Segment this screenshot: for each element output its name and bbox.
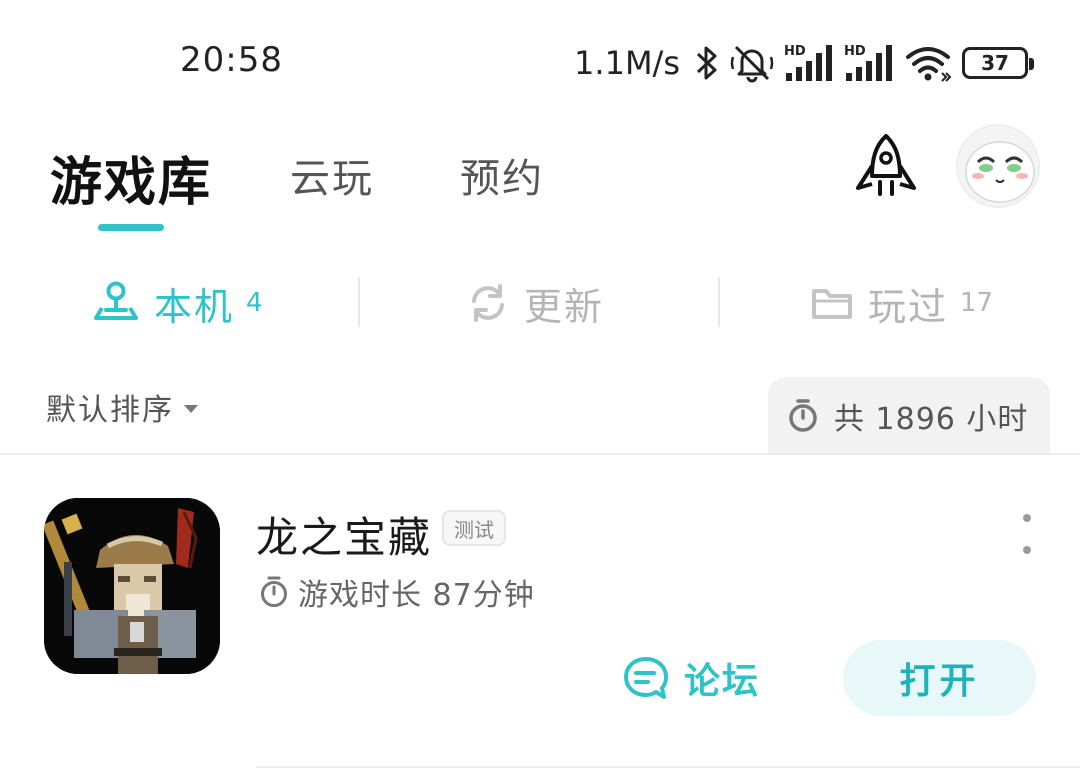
category-local-count: 4 bbox=[246, 288, 263, 318]
caret-down-icon bbox=[184, 405, 198, 413]
tab-cloud-play[interactable]: 云玩 bbox=[290, 146, 374, 204]
battery-indicator: 37 bbox=[962, 47, 1034, 79]
game-playtime: 游戏时长 87分钟 bbox=[258, 570, 535, 614]
open-button[interactable]: 打开 bbox=[843, 640, 1036, 716]
status-bar: 20:58 1.1M/s HD HD 37 bbox=[0, 0, 1080, 120]
avatar-face-icon bbox=[965, 141, 1035, 203]
top-tab-bar: 游戏库 云玩 预约 bbox=[0, 124, 1080, 240]
stopwatch-icon bbox=[789, 399, 817, 432]
status-time: 20:58 bbox=[180, 40, 283, 80]
mute-bell-icon bbox=[730, 45, 774, 83]
signal-1-label: HD bbox=[784, 44, 806, 59]
tab-game-library[interactable]: 游戏库 bbox=[50, 140, 212, 215]
signal-2-label: HD bbox=[844, 44, 866, 59]
category-local-label: 本机 bbox=[154, 284, 235, 329]
total-playtime-text: 共 1896 小时 bbox=[834, 402, 1029, 437]
category-tabs: 本机 4 更新 玩过 17 bbox=[0, 270, 1080, 336]
sort-label: 默认排序 bbox=[46, 393, 174, 428]
category-update[interactable]: 更新 bbox=[466, 270, 604, 336]
category-update-label: 更新 bbox=[524, 284, 605, 329]
game-title: 龙之宝藏 bbox=[256, 513, 433, 562]
rocket-icon[interactable] bbox=[852, 132, 920, 200]
chat-bubble-icon bbox=[624, 657, 668, 699]
sort-dropdown[interactable]: 默认排序 bbox=[46, 385, 198, 429]
game-card[interactable]: 龙之宝藏 测试 游戏时长 87分钟 论坛 打开 bbox=[0, 456, 1080, 781]
tab-reservation[interactable]: 预约 bbox=[460, 146, 544, 204]
active-tab-indicator bbox=[98, 224, 164, 231]
game-character-artwork bbox=[44, 498, 220, 674]
avatar[interactable] bbox=[956, 124, 1040, 208]
section-divider bbox=[0, 453, 1080, 455]
category-played[interactable]: 玩过 17 bbox=[810, 270, 993, 336]
category-divider bbox=[718, 277, 720, 327]
signal-1-icon: HD bbox=[784, 44, 832, 81]
refresh-icon bbox=[472, 284, 504, 322]
stopwatch-icon bbox=[261, 576, 287, 607]
test-badge: 测试 bbox=[442, 510, 506, 546]
signal-2-icon: HD bbox=[844, 44, 892, 81]
more-vertical-icon[interactable] bbox=[1012, 514, 1042, 554]
joystick-icon bbox=[94, 281, 138, 320]
category-played-count: 17 bbox=[960, 288, 994, 318]
folder-icon bbox=[812, 289, 852, 319]
forum-button[interactable]: 论坛 bbox=[622, 652, 760, 704]
bluetooth-icon bbox=[696, 46, 717, 80]
card-divider bbox=[256, 766, 1080, 768]
wifi-icon bbox=[906, 47, 952, 82]
game-icon[interactable] bbox=[44, 498, 220, 674]
category-played-label: 玩过 bbox=[868, 284, 949, 329]
status-icons: 1.1M/s HD HD 37 bbox=[574, 40, 1034, 86]
category-local[interactable]: 本机 4 bbox=[92, 270, 263, 336]
network-speed: 1.1M/s bbox=[574, 44, 680, 82]
game-playtime-text: 游戏时长 87分钟 bbox=[298, 578, 535, 613]
total-playtime-chip: 共 1896 小时 bbox=[768, 377, 1050, 455]
forum-label: 论坛 bbox=[684, 661, 761, 702]
category-divider bbox=[358, 277, 360, 327]
sort-row: 默认排序 共 1896 小时 bbox=[0, 375, 1080, 455]
